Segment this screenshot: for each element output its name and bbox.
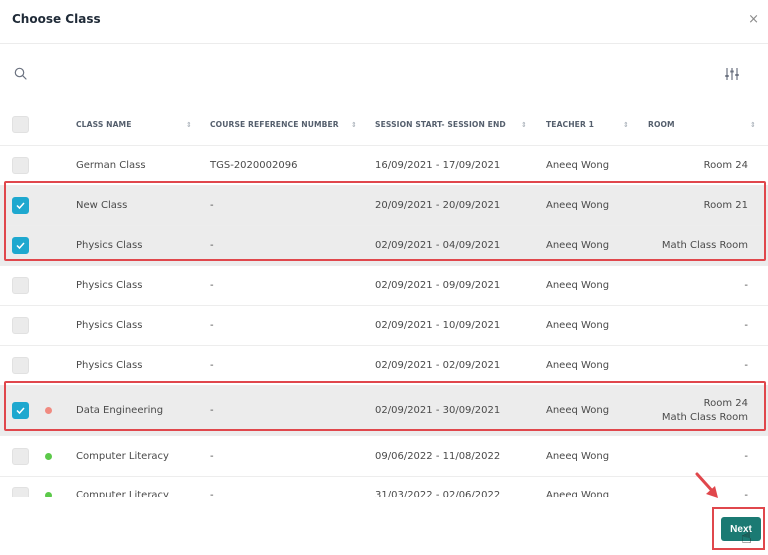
row-checkbox[interactable]: [12, 277, 29, 294]
room-label: -: [744, 489, 748, 498]
session-cell: 09/06/2022 - 11/08/2022: [375, 450, 501, 462]
table-row[interactable]: Physics Class -02/09/2021 - 10/09/2021 Ane…: [0, 306, 768, 346]
dialog-title: Choose Class: [12, 12, 101, 26]
class-name-cell: Physics Class: [76, 280, 143, 291]
row-checkbox[interactable]: [12, 486, 29, 497]
sort-icon[interactable]: ⇕: [623, 104, 629, 145]
status-dot: [45, 491, 52, 497]
class-name-cell: New Class: [76, 200, 128, 211]
class-name-cell: Data Engineering: [76, 405, 164, 416]
row-checkbox[interactable]: [12, 357, 29, 374]
session-cell: 02/09/2021 - 10/09/2021: [375, 320, 501, 331]
sort-icon[interactable]: ⇕: [351, 104, 357, 145]
dialog-header: Choose Class ×: [0, 0, 768, 44]
sliders-icon[interactable]: [724, 66, 740, 82]
class-name-cell: Physics Class: [76, 240, 143, 251]
row-checkbox-cell: [12, 266, 32, 305]
room-label: -: [744, 450, 748, 462]
room-label: -: [744, 360, 748, 371]
course-ref-cell: -: [210, 280, 214, 291]
course-ref-cell: -: [210, 320, 214, 331]
table-header-row: CLASS NAME ⇕ COURSE REFERENCE NUMBER ⇕ S…: [0, 104, 768, 146]
course-ref-cell: TGS-2020002096: [210, 160, 298, 171]
course-ref-cell: -: [210, 450, 214, 462]
class-name-cell: Computer Literacy: [76, 489, 169, 498]
table-row[interactable]: German Class TGS-2020002096 16/09/2021 - 1…: [0, 146, 768, 186]
arrow-annotation: [695, 472, 718, 498]
course-ref-cell: -: [210, 240, 214, 251]
room-label: Math Class Room: [661, 240, 748, 251]
table-row[interactable]: Computer Literacy - 09/06/2022 - 11/08/202…: [0, 436, 768, 477]
row-checkbox-cell: [12, 186, 32, 225]
row-checkbox-cell: [12, 477, 32, 497]
table-row[interactable]: New Class -20/09/2021 - 20/09/2021 Aneeq W…: [0, 186, 768, 226]
table-row[interactable]: Data Engineering - 02/09/2021 - 30/09/2021…: [0, 386, 768, 436]
column-header-room[interactable]: ROOM: [648, 104, 675, 145]
room-cell: Room 24: [600, 146, 748, 185]
session-cell: 02/09/2021 - 04/09/2021: [375, 240, 501, 251]
session-cell: 31/03/2022 - 02/06/2022: [375, 489, 501, 498]
session-cell: 02/09/2021 - 30/09/2021: [375, 405, 501, 416]
search-icon[interactable]: [13, 66, 29, 82]
room-cell: -: [600, 266, 748, 305]
row-checkbox-cell: [12, 226, 32, 265]
row-checkbox-cell: [12, 346, 32, 385]
row-checkbox-cell: [12, 386, 32, 435]
room-cell: Room 21: [600, 186, 748, 225]
row-checkbox[interactable]: [12, 402, 29, 419]
column-header-teacher[interactable]: TEACHER 1: [546, 104, 646, 145]
status-dot-cell: [45, 386, 55, 435]
course-ref-cell: -: [210, 360, 214, 371]
session-cell: 20/09/2021 - 20/09/2021: [375, 200, 501, 211]
status-dot: [45, 452, 52, 460]
row-checkbox[interactable]: [12, 237, 29, 254]
room-label: -: [744, 320, 748, 331]
room-label: Room 24: [703, 160, 748, 171]
status-dot-cell: [45, 436, 55, 476]
class-name-cell: Physics Class: [76, 360, 143, 371]
status-dot: [45, 407, 52, 414]
room-label: -: [744, 280, 748, 291]
row-checkbox[interactable]: [12, 197, 29, 214]
session-cell: 02/09/2021 - 02/09/2021: [375, 360, 501, 371]
table-row[interactable]: Physics Class -02/09/2021 - 09/09/2021 Ane…: [0, 266, 768, 306]
hand-cursor-icon: ☝: [741, 527, 752, 548]
table-row[interactable]: Physics Class -02/09/2021 - 02/09/2021 Ane…: [0, 346, 768, 386]
sort-icon[interactable]: ⇕: [186, 104, 192, 145]
row-checkbox[interactable]: [12, 447, 29, 465]
column-header-session[interactable]: SESSION START- SESSION END: [375, 104, 535, 145]
status-dot-cell: [45, 477, 55, 497]
class-name-cell: German Class: [76, 160, 146, 171]
row-checkbox-cell: [12, 146, 32, 185]
room-label: Room 24: [703, 397, 748, 409]
class-name-cell: Computer Literacy: [76, 450, 169, 462]
room-cell: Math Class Room: [600, 226, 748, 265]
row-checkbox[interactable]: [12, 317, 29, 334]
session-cell: 02/09/2021 - 09/09/2021: [375, 280, 501, 291]
room-cell: -: [600, 477, 748, 498]
course-ref-cell: -: [210, 200, 214, 211]
column-header-class-name[interactable]: CLASS NAME: [76, 104, 196, 145]
row-checkbox-cell: [12, 306, 32, 345]
room-cell: Room 24 Math Class Room: [600, 386, 748, 435]
close-icon[interactable]: ×: [748, 12, 759, 27]
room-label: Room 21: [703, 200, 748, 211]
table-row[interactable]: Physics Class -02/09/2021 - 04/09/2021 Ane…: [0, 226, 768, 266]
room-cell: -: [600, 306, 748, 345]
session-cell: 16/09/2021 - 17/09/2021: [375, 160, 501, 171]
table-row[interactable]: Computer Literacy - 31/03/2022 - 02/06/202…: [0, 477, 768, 497]
room-cell: -: [600, 346, 748, 385]
course-ref-cell: -: [210, 405, 214, 416]
column-header-course-ref[interactable]: COURSE REFERENCE NUMBER: [210, 104, 360, 145]
sort-icon[interactable]: ⇕: [521, 104, 527, 145]
row-checkbox-cell: [12, 436, 32, 476]
course-ref-cell: -: [210, 489, 214, 498]
room-cell: -: [600, 436, 748, 476]
class-name-cell: Physics Class: [76, 320, 143, 331]
class-table: CLASS NAME ⇕ COURSE REFERENCE NUMBER ⇕ S…: [0, 104, 768, 497]
room-label: Math Class Room: [661, 411, 748, 423]
sort-icon[interactable]: ⇕: [750, 104, 756, 145]
row-checkbox[interactable]: [12, 157, 29, 174]
select-all-checkbox[interactable]: [12, 116, 29, 133]
